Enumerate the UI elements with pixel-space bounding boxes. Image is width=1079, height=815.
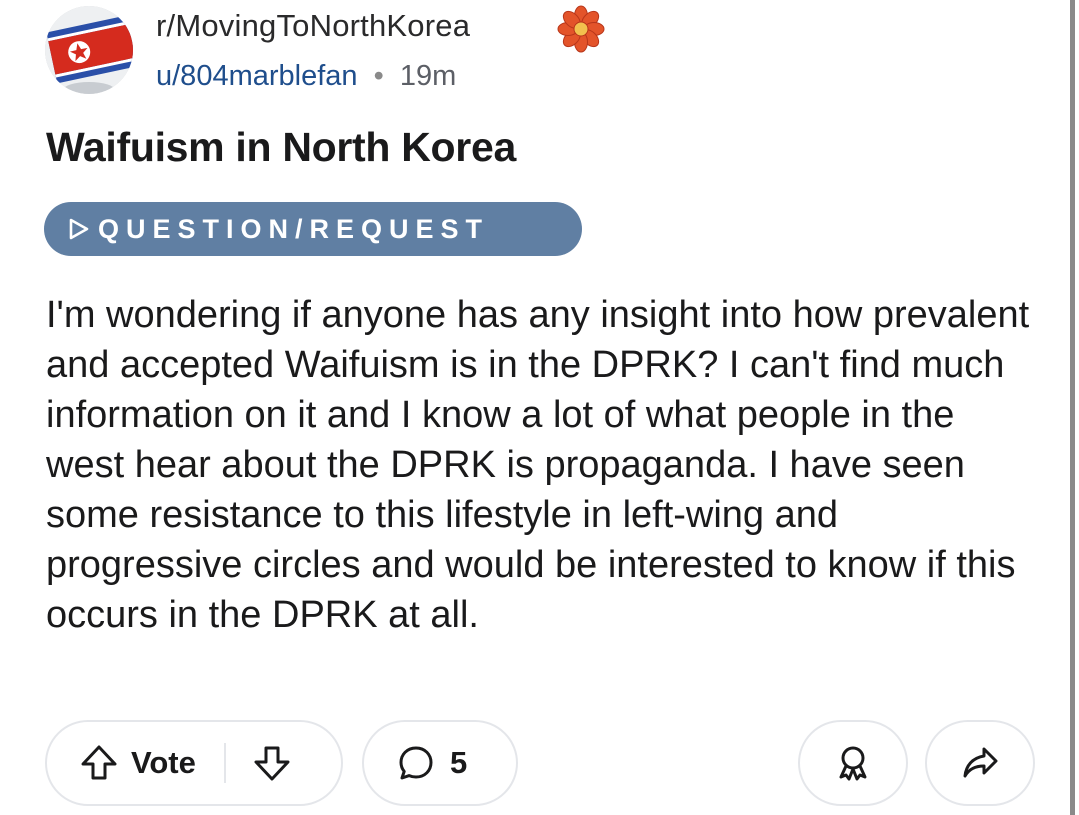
scrollbar-thumb[interactable] xyxy=(1070,0,1075,815)
comments-button[interactable]: 5 xyxy=(362,720,518,806)
subreddit-avatar[interactable] xyxy=(45,6,133,94)
downvote-icon[interactable] xyxy=(252,743,292,783)
vote-control: Vote xyxy=(45,720,343,806)
meta-separator: • xyxy=(373,60,384,92)
share-icon xyxy=(963,747,998,778)
flower-icon xyxy=(557,5,605,53)
flair-label: QUESTION/REQUEST xyxy=(98,213,490,244)
upvote-icon[interactable] xyxy=(79,743,119,783)
subreddit-name[interactable]: r/MovingToNorthKorea xyxy=(156,8,470,44)
post-meta: u/804marblefan • 19m xyxy=(156,60,456,93)
post-title[interactable]: Waifuism in North Korea xyxy=(46,124,516,171)
post-flair[interactable]: QUESTION/REQUEST xyxy=(44,202,582,256)
share-button[interactable] xyxy=(925,720,1035,806)
award-icon xyxy=(839,746,867,781)
post-body: I'm wondering if anyone has any insight … xyxy=(46,294,1030,636)
north-korea-flag-icon xyxy=(45,6,133,94)
comment-count: 5 xyxy=(450,745,468,780)
play-triangle-icon xyxy=(69,218,89,240)
award-button[interactable] xyxy=(798,720,908,806)
vote-divider xyxy=(223,743,226,783)
post-time: 19m xyxy=(399,60,457,92)
vote-label: Vote xyxy=(131,745,196,780)
author-link[interactable]: u/804marblefan xyxy=(156,60,358,92)
comment-icon xyxy=(399,746,433,780)
scrollbar[interactable] xyxy=(1069,0,1079,815)
